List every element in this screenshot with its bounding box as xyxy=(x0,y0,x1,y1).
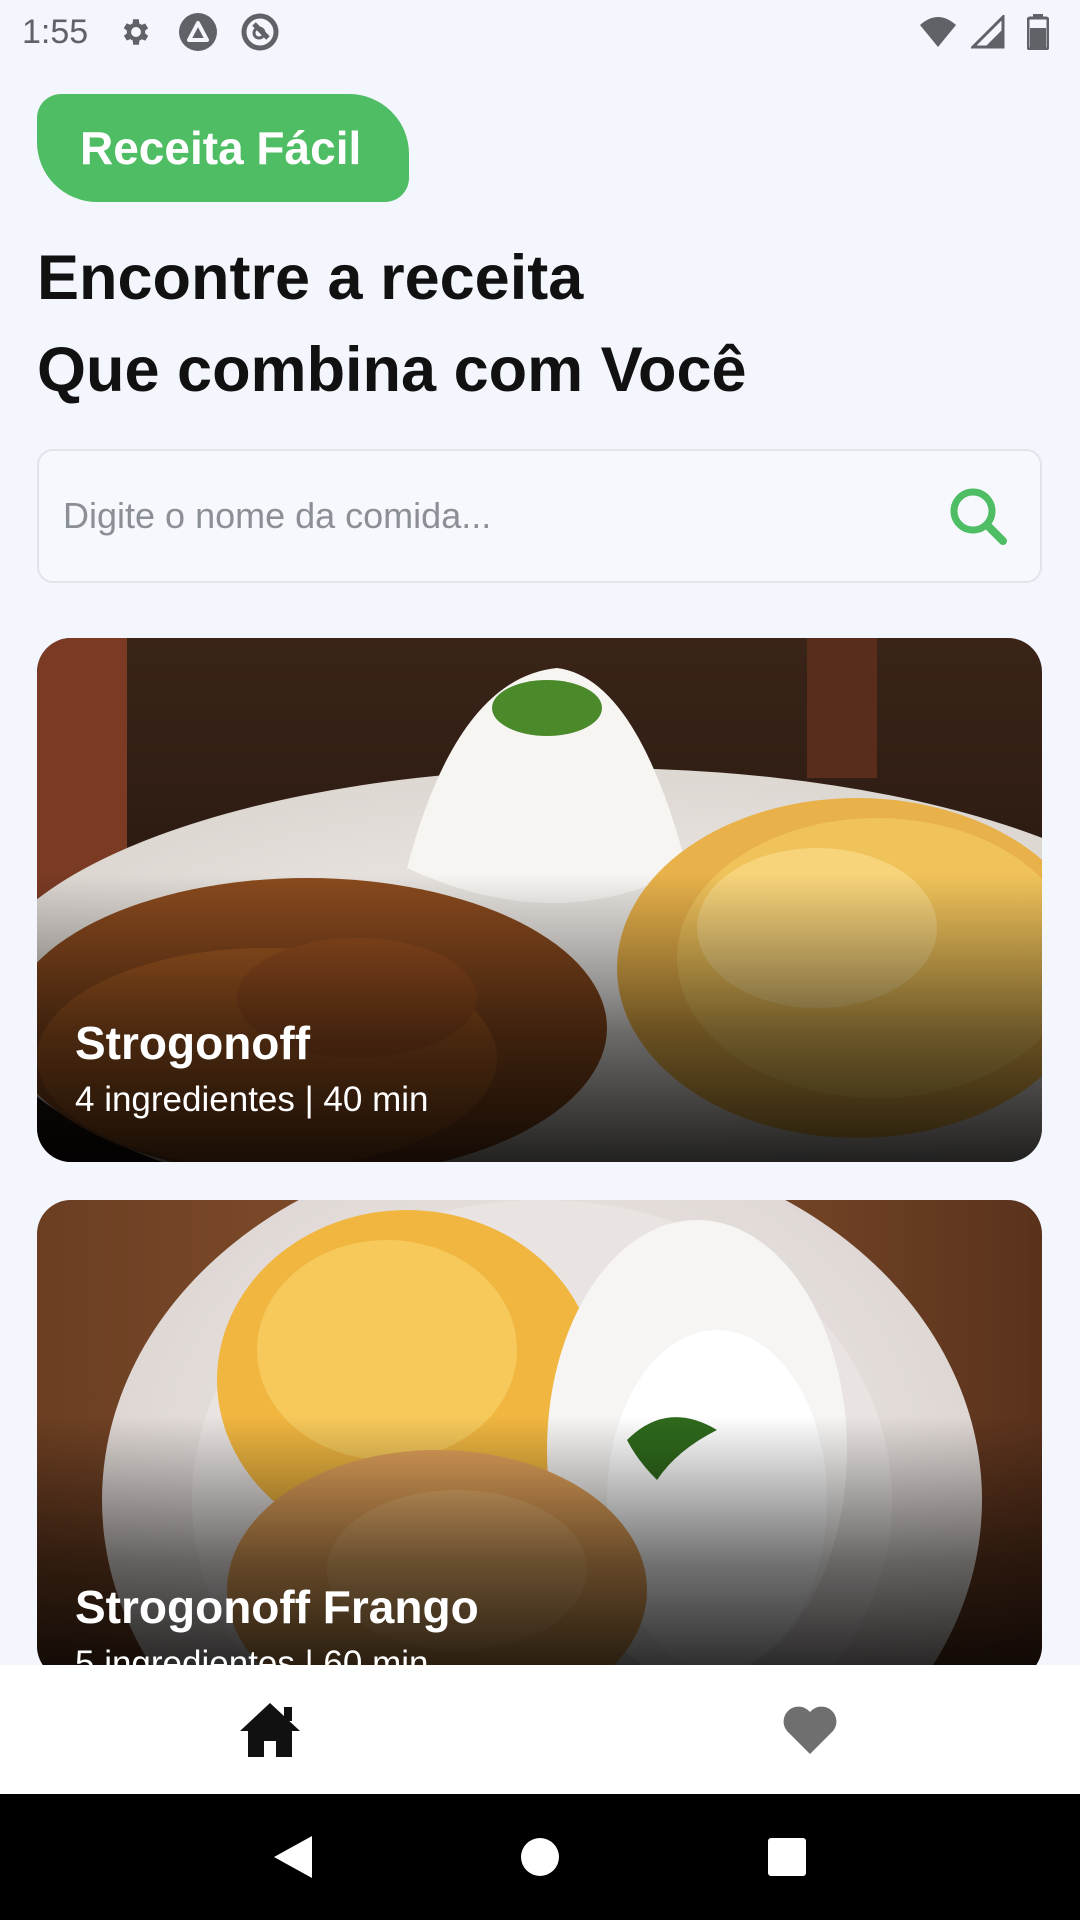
home-circle-icon xyxy=(520,1838,559,1876)
search-button[interactable] xyxy=(942,480,1014,552)
nav-recents-button[interactable] xyxy=(752,1822,822,1892)
page-title: Encontre a receita Que combina com Você xyxy=(37,232,1037,416)
settings-icon xyxy=(116,12,156,52)
search-icon xyxy=(950,488,1007,545)
heart-icon xyxy=(783,1706,837,1754)
bottom-tab-bar xyxy=(0,1665,1080,1794)
status-right xyxy=(918,12,1058,52)
nav-home-button[interactable] xyxy=(505,1822,575,1892)
recipe-card[interactable]: Strogonoff Frango 5 ingredientes | 60 mi… xyxy=(37,1200,1042,1680)
recipe-title: Strogonoff Frango xyxy=(75,1581,479,1633)
search-bar xyxy=(37,449,1042,583)
blocked-icon xyxy=(240,12,280,52)
home-icon xyxy=(240,1702,300,1757)
system-nav-bar xyxy=(0,1794,1080,1920)
card-overlay xyxy=(37,1416,1042,1680)
brand-badge: Receita Fácil xyxy=(37,94,409,202)
brand-title: Receita Fácil xyxy=(80,122,362,174)
back-icon xyxy=(274,1836,313,1878)
recipe-card[interactable]: Strogonoff 4 ingredientes | 40 min xyxy=(37,638,1042,1162)
status-left: 1:55 xyxy=(22,12,280,52)
status-bar: 1:55 xyxy=(0,0,1080,64)
app-notification-icon xyxy=(178,12,218,52)
recipe-meta: 4 ingredientes | 40 min xyxy=(75,1080,429,1119)
tab-favorites[interactable] xyxy=(540,1665,1080,1794)
wifi-icon xyxy=(918,12,958,52)
search-input[interactable] xyxy=(61,494,942,538)
cellular-signal-icon xyxy=(968,12,1008,52)
headline-line-1: Encontre a receita xyxy=(37,243,584,313)
nav-back-button[interactable] xyxy=(258,1822,328,1892)
status-time: 1:55 xyxy=(22,12,89,51)
battery-icon xyxy=(1018,12,1058,52)
recipe-title: Strogonoff xyxy=(75,1017,311,1069)
recents-icon xyxy=(767,1838,806,1876)
headline-line-2: Que combina com Você xyxy=(37,335,747,405)
tab-home[interactable] xyxy=(0,1665,540,1794)
